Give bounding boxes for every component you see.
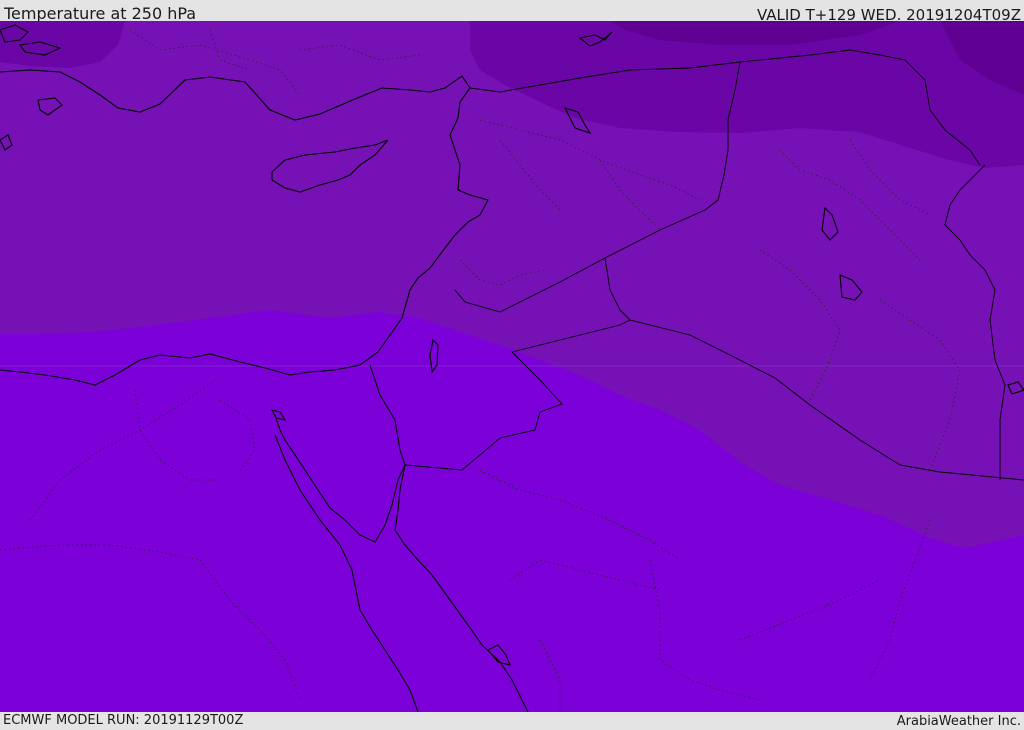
temperature-map-svg — [0, 21, 1024, 712]
model-run-label: ECMWF MODEL RUN: 20191129T00Z — [3, 713, 244, 728]
weather-map[interactable] — [0, 21, 1024, 712]
footer-bar: ECMWF MODEL RUN: 20191129T00Z ArabiaWeat… — [0, 712, 1024, 729]
title-bar: Temperature at 250 hPa VALID T+129 WED. … — [0, 0, 1024, 24]
credit-label: ArabiaWeather Inc. — [896, 714, 1021, 729]
